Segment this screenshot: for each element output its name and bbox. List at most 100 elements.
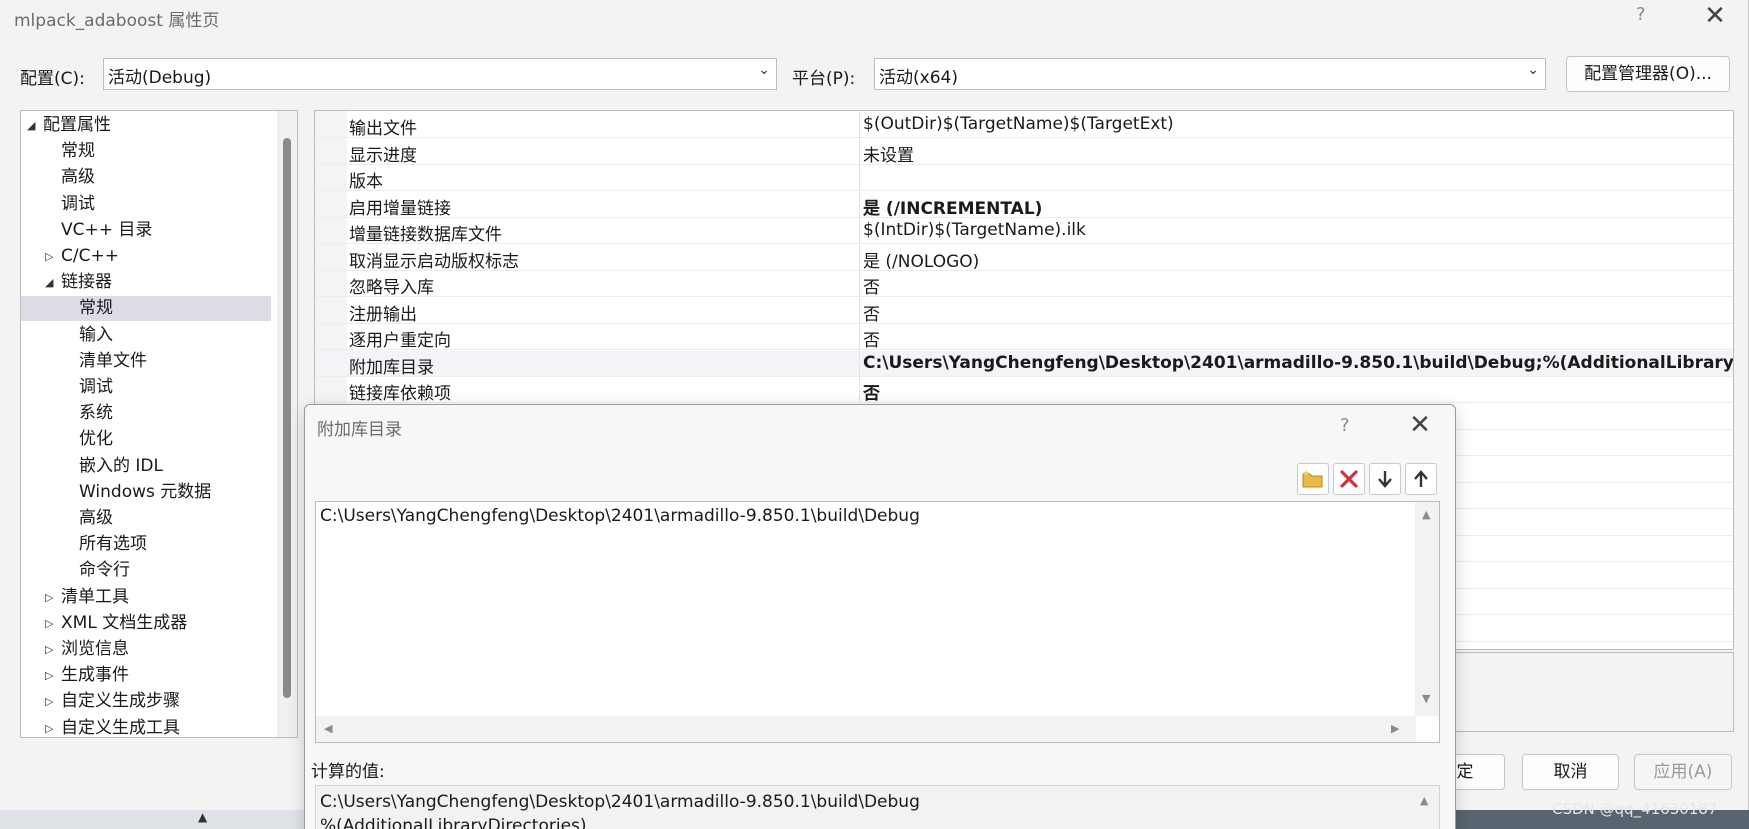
platform-combo[interactable]: 活动(x64) ⌄ xyxy=(874,58,1546,90)
tree-item-label: 链接器 xyxy=(61,272,112,293)
expand-arrow-icon[interactable]: ▷ xyxy=(45,244,53,269)
dialog-close-button[interactable]: ✕ xyxy=(1403,407,1437,443)
property-row[interactable]: 注册输出 否 xyxy=(315,297,1733,325)
tree-item[interactable]: ▷ 清单工具 xyxy=(21,585,271,610)
property-row[interactable]: 取消显示启动版权标志 是 (/NOLOGO) xyxy=(315,244,1733,272)
close-button[interactable]: ✕ xyxy=(1700,0,1730,32)
column-divider xyxy=(859,112,860,138)
tree-item[interactable]: ◢ 配置属性 xyxy=(21,113,271,138)
scroll-up-icon[interactable]: ▲ xyxy=(1422,508,1430,521)
expand-arrow-icon[interactable]: ▷ xyxy=(45,611,53,636)
tree-item[interactable]: 系统 xyxy=(21,401,271,426)
property-value[interactable]: $(OutDir)$(TargetName)$(TargetExt) xyxy=(863,114,1174,134)
collapse-arrow-icon[interactable]: ◢ xyxy=(45,270,53,295)
column-divider xyxy=(859,271,860,297)
tree-item-label: XML 文档生成器 xyxy=(61,612,188,633)
tree-scrollbar[interactable] xyxy=(277,111,297,737)
watermark: CSDN @qq_41630187 xyxy=(1552,800,1718,818)
property-tree: ◢ 配置属性 常规 高级 调试 VC++ 目录 ▷ C/C++ ◢ 链接器 常规 输入 清单文件 调试 系统… xyxy=(20,110,298,738)
tree-item[interactable]: 嵌入的 IDL xyxy=(21,454,271,479)
property-value[interactable]: 是 (/NOLOGO) xyxy=(863,247,979,272)
tree-item[interactable]: 调试 xyxy=(21,192,271,217)
property-value[interactable]: 否 xyxy=(863,273,880,298)
scroll-right-icon[interactable]: ▶ xyxy=(1391,722,1399,735)
property-row[interactable]: 链接库依赖项 否 xyxy=(315,377,1733,404)
property-row[interactable]: 版本 xyxy=(315,165,1733,192)
cancel-button[interactable]: 取消 xyxy=(1522,754,1619,790)
property-row[interactable]: 输出文件 $(OutDir)$(TargetName)$(TargetExt) xyxy=(315,112,1733,139)
scroll-left-icon[interactable]: ◀ xyxy=(324,722,332,735)
tree-item[interactable]: ▷ 生成事件 xyxy=(21,663,271,688)
additional-lib-dirs-dialog: 附加库目录 ? ✕ C:\Users\YangChengfeng\Desktop xyxy=(304,404,1456,829)
property-value[interactable]: 否 xyxy=(863,300,880,325)
expand-arrow-icon[interactable]: ▷ xyxy=(45,663,53,688)
calc-line: %(AdditionalLibraryDirectories) xyxy=(320,816,587,829)
list-horizontal-scrollbar[interactable]: ◀ ▶ xyxy=(316,716,1416,742)
tree-item[interactable]: 常规 xyxy=(21,139,271,164)
tree-item-label: 系统 xyxy=(79,403,113,424)
property-row[interactable]: 逐用户重定向 否 xyxy=(315,324,1733,351)
list-vertical-scrollbar[interactable]: ▲ ▼ xyxy=(1415,502,1439,716)
expand-arrow-icon[interactable]: ▷ xyxy=(45,716,53,737)
property-value[interactable]: 否 xyxy=(863,379,880,404)
scroll-up-icon[interactable]: ▲ xyxy=(1420,794,1428,807)
tree-item-label: 自定义生成工具 xyxy=(61,717,180,738)
tree-item[interactable]: Windows 元数据 xyxy=(21,480,271,505)
new-folder-button[interactable] xyxy=(1297,463,1329,495)
property-row[interactable]: 附加库目录 C:\Users\YangChengfeng\Desktop\2401… xyxy=(315,350,1733,378)
tree-item[interactable]: ▷ XML 文档生成器 xyxy=(21,611,271,636)
tree-item[interactable]: ▷ C/C++ xyxy=(21,244,271,269)
expand-arrow-icon[interactable]: ▷ xyxy=(45,585,53,610)
tree-item[interactable]: 输入 xyxy=(21,323,271,348)
scroll-down-icon[interactable]: ▼ xyxy=(1422,692,1430,705)
property-name: 链接库依赖项 xyxy=(349,384,451,404)
move-up-button[interactable] xyxy=(1405,463,1437,495)
tree-item-label: C/C++ xyxy=(61,246,119,266)
property-value[interactable]: $(IntDir)$(TargetName).ilk xyxy=(863,220,1086,240)
property-value[interactable]: 是 (/INCREMENTAL) xyxy=(863,194,1042,219)
column-divider xyxy=(859,244,860,271)
property-row[interactable]: 增量链接数据库文件 $(IntDir)$(TargetName).ilk xyxy=(315,218,1733,245)
property-row[interactable]: 启用增量链接 是 (/INCREMENTAL) xyxy=(315,191,1733,219)
platform-label: 平台(P): xyxy=(792,69,856,89)
tree-item[interactable]: 所有选项 xyxy=(21,532,271,557)
tree-item[interactable]: ◢ 链接器 xyxy=(21,270,271,295)
config-manager-button[interactable]: 配置管理器(O)... xyxy=(1566,56,1730,92)
property-value[interactable]: 未设置 xyxy=(863,141,914,166)
property-name: 输出文件 xyxy=(349,119,417,139)
tree-item[interactable]: 高级 xyxy=(21,506,271,531)
tree-item[interactable]: 常规 xyxy=(21,296,271,322)
config-combo[interactable]: 活动(Debug) ⌄ xyxy=(103,58,777,90)
delete-button[interactable] xyxy=(1333,463,1365,495)
property-row[interactable]: 忽略导入库 否 xyxy=(315,271,1733,298)
directory-list[interactable]: C:\Users\YangChengfeng\Desktop\2401\arma… xyxy=(315,501,1440,743)
property-value[interactable]: C:\Users\YangChengfeng\Desktop\2401\arma… xyxy=(863,353,1733,373)
help-button[interactable]: ? xyxy=(1636,4,1646,25)
expand-arrow-icon[interactable]: ▷ xyxy=(45,637,53,662)
tree-item-label: VC++ 目录 xyxy=(61,219,153,240)
tree-item-label: 高级 xyxy=(61,167,95,188)
tree-item[interactable]: 优化 xyxy=(21,427,271,452)
collapse-arrow-icon[interactable]: ◢ xyxy=(27,113,35,138)
tree-item[interactable]: 清单文件 xyxy=(21,349,271,374)
expand-arrow-icon[interactable]: ▷ xyxy=(45,689,53,714)
column-divider xyxy=(859,324,860,350)
tree-item[interactable]: ▷ 自定义生成工具 xyxy=(21,716,271,738)
delete-icon xyxy=(1340,470,1358,488)
tree-item-label: 优化 xyxy=(79,429,113,450)
tree-item[interactable]: ▷ 自定义生成步骤 xyxy=(21,689,271,714)
move-down-button[interactable] xyxy=(1369,463,1401,495)
tree-scroll-thumb[interactable] xyxy=(283,138,291,698)
property-row[interactable]: 显示进度 未设置 xyxy=(315,138,1733,166)
tree-item[interactable]: VC++ 目录 xyxy=(21,218,271,243)
apply-button[interactable]: 应用(A) xyxy=(1634,754,1732,790)
tree-item[interactable]: ▷ 浏览信息 xyxy=(21,637,271,662)
directory-entry[interactable]: C:\Users\YangChengfeng\Desktop\2401\arma… xyxy=(320,506,920,526)
tree-item[interactable]: 高级 xyxy=(21,165,271,190)
dialog-help-button[interactable]: ? xyxy=(1340,415,1350,436)
platform-value: 活动(x64) xyxy=(879,68,958,88)
property-value[interactable]: 否 xyxy=(863,326,880,351)
tree-item[interactable]: 命令行 xyxy=(21,558,271,583)
property-name: 注册输出 xyxy=(349,304,417,325)
tree-item[interactable]: 调试 xyxy=(21,375,271,400)
